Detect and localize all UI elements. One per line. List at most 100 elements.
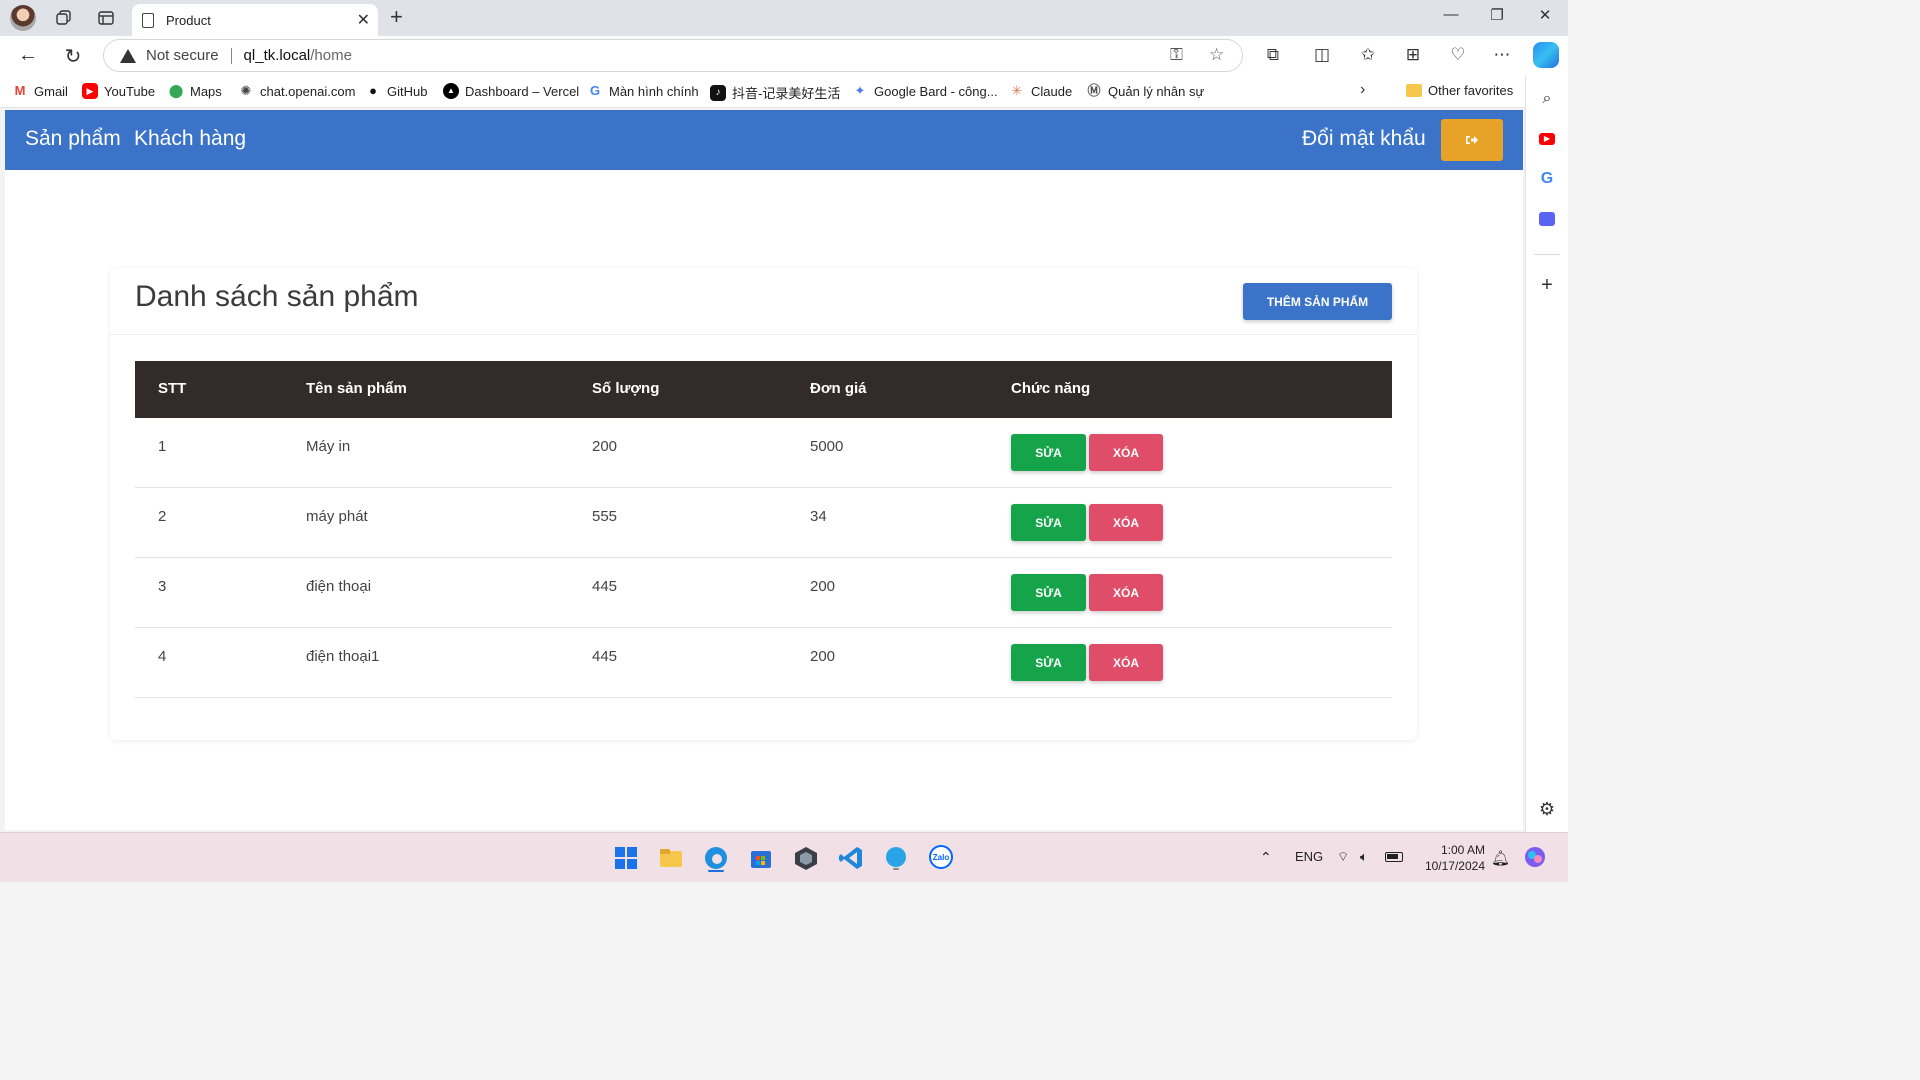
other-favorites-label: Other favorites (1428, 83, 1514, 98)
fav-label: 抖音-记录美好生活 (732, 86, 841, 101)
column-header-stt: STT (158, 380, 187, 397)
battery-icon[interactable] (1385, 849, 1403, 864)
discord-icon[interactable] (1536, 208, 1558, 230)
change-password-link[interactable]: Đổi mật khẩu (1302, 127, 1426, 151)
system-clock[interactable]: 1:00 AM 10/17/2024 (1415, 842, 1485, 874)
openai-icon: ✺ (240, 83, 252, 98)
volume-icon[interactable]: 🔈︎ (1360, 849, 1368, 865)
sidebar-divider (1534, 254, 1560, 255)
column-header-price: Đơn giá (810, 380, 867, 397)
fav-vercel[interactable]: ▲ Dashboard – Vercel (443, 83, 579, 99)
table-row: 3 điện thoại 445 200 SỬA XÓA (135, 558, 1392, 628)
nav-customers-link[interactable]: Khách hàng (134, 127, 246, 151)
fav-maps[interactable]: ⬤ Maps (168, 83, 222, 99)
restore-icon[interactable]: ❐ (1482, 6, 1512, 24)
close-tab-icon[interactable]: ✕ (357, 10, 370, 30)
new-tab-icon[interactable]: + (390, 4, 403, 30)
cell-price: 34 (810, 508, 827, 525)
key-icon[interactable]: ⚿ (1170, 45, 1183, 65)
other-favorites[interactable]: Other favorites (1406, 83, 1513, 98)
app-bird-icon[interactable] (882, 844, 910, 872)
youtube-icon[interactable]: ▶ (1536, 128, 1558, 150)
windows-start-icon[interactable] (612, 844, 640, 872)
back-icon[interactable]: ← (15, 44, 41, 67)
profile-avatar[interactable] (10, 5, 36, 31)
microsoft-store-icon[interactable] (747, 844, 775, 872)
search-icon[interactable]: ⌕ (1536, 88, 1558, 110)
favorites-icon[interactable]: ✩ (1356, 45, 1380, 65)
settings-gear-icon[interactable]: ⚙ (1536, 798, 1558, 820)
maps-icon: ⬤ (168, 83, 184, 98)
google-icon: G (589, 83, 601, 98)
add-product-button[interactable]: THÊM SẢN PHẨM (1243, 283, 1392, 320)
workspaces-icon[interactable] (52, 6, 76, 30)
wifi-icon[interactable]: ⌔ (1337, 849, 1349, 865)
windows-taskbar: Zalo ⌃ ENG ⌔ 🔈︎ 1:00 AM 10/17/2024 🔔︎ (0, 832, 1568, 882)
language-indicator[interactable]: ENG (1295, 849, 1323, 864)
add-icon[interactable]: + (1536, 274, 1558, 296)
vscode-icon[interactable] (837, 844, 865, 872)
edge-browser-icon[interactable] (702, 844, 730, 872)
cell-quantity: 445 (592, 578, 618, 595)
collections-icon[interactable]: ⊞ (1401, 45, 1425, 65)
delete-button[interactable]: XÓA (1089, 434, 1163, 471)
tab-product[interactable]: Product ✕ (132, 4, 378, 36)
cell-quantity: 445 (592, 648, 618, 665)
fav-label: Dashboard – Vercel (465, 83, 580, 99)
more-menu-icon[interactable]: ⋯ (1490, 45, 1514, 65)
minimize-icon[interactable]: — (1436, 6, 1466, 23)
copilot-preview-icon[interactable] (1523, 845, 1547, 869)
claude-icon: ✳ (1011, 83, 1023, 98)
notification-bell-icon[interactable]: 🔔︎ (1491, 849, 1510, 867)
edit-button[interactable]: SỬA (1011, 434, 1086, 471)
fav-gmail[interactable]: M Gmail (12, 83, 68, 99)
fav-youtube[interactable]: ▶ YouTube (82, 83, 155, 99)
edit-button[interactable]: SỬA (1011, 644, 1086, 681)
cell-name: điện thoại1 (306, 648, 380, 665)
url-path: /home (310, 47, 352, 64)
edit-button[interactable]: SỬA (1011, 574, 1086, 611)
zalo-icon[interactable]: Zalo (927, 844, 955, 872)
favorite-star-icon[interactable]: ☆ (1209, 45, 1224, 65)
fav-claude[interactable]: ✳ Claude (1009, 83, 1073, 99)
page-viewport: Sản phẩm Khách hàng Đổi mật khẩu Danh sá… (5, 110, 1523, 830)
logout-button[interactable] (1441, 119, 1503, 161)
fav-bard[interactable]: ✦ Google Bard - công... (852, 83, 998, 99)
chevron-up-icon[interactable]: ⌃ (1260, 849, 1272, 866)
table-row: 2 máy phát 555 34 SỬA XÓA (135, 488, 1392, 558)
fav-openai[interactable]: ✺ chat.openai.com (238, 83, 356, 99)
fav-label: YouTube (104, 83, 156, 99)
delete-button[interactable]: XÓA (1089, 504, 1163, 541)
column-header-quantity: Số lượng (592, 380, 660, 397)
extensions-icon[interactable]: ⧉ (1261, 45, 1285, 65)
translate-icon[interactable]: G (1536, 168, 1558, 190)
nav-products-link[interactable]: Sản phẩm (25, 127, 121, 151)
fav-label: Claude (1031, 83, 1073, 99)
fav-tiktok[interactable]: ♪ 抖音-记录美好生活 (710, 83, 840, 102)
fav-label: Google Bard - công... (874, 83, 998, 99)
fav-github[interactable]: ● GitHub (365, 83, 427, 99)
card-divider (110, 334, 1417, 335)
split-screen-icon[interactable]: ◫ (1310, 45, 1334, 65)
chevron-right-icon[interactable]: › (1360, 81, 1365, 99)
cell-name: máy phát (306, 508, 368, 525)
file-explorer-icon[interactable] (657, 844, 685, 872)
address-separator (230, 47, 232, 64)
refresh-icon[interactable]: ↻ (60, 44, 86, 69)
tab-actions-icon[interactable] (94, 6, 118, 30)
fav-hr-app[interactable]: Ⓜ Quản lý nhân sự (1086, 83, 1204, 99)
folder-icon (1406, 84, 1422, 97)
browser-essentials-icon[interactable]: ♡ (1446, 45, 1470, 65)
fav-google[interactable]: G Màn hình chính (587, 83, 699, 99)
edit-button[interactable]: SỬA (1011, 504, 1086, 541)
cell-price: 5000 (810, 438, 844, 455)
unity-icon[interactable] (792, 844, 820, 872)
cell-quantity: 200 (592, 438, 618, 455)
address-bar[interactable]: Not secure ql_tk.local/home ⚿ ☆ (103, 39, 1243, 72)
github-icon: ● (369, 83, 377, 98)
delete-button[interactable]: XÓA (1089, 644, 1163, 681)
delete-button[interactable]: XÓA (1089, 574, 1163, 611)
column-header-actions: Chức năng (1011, 380, 1091, 397)
close-window-icon[interactable]: ✕ (1530, 6, 1560, 24)
copilot-icon[interactable] (1533, 42, 1559, 68)
